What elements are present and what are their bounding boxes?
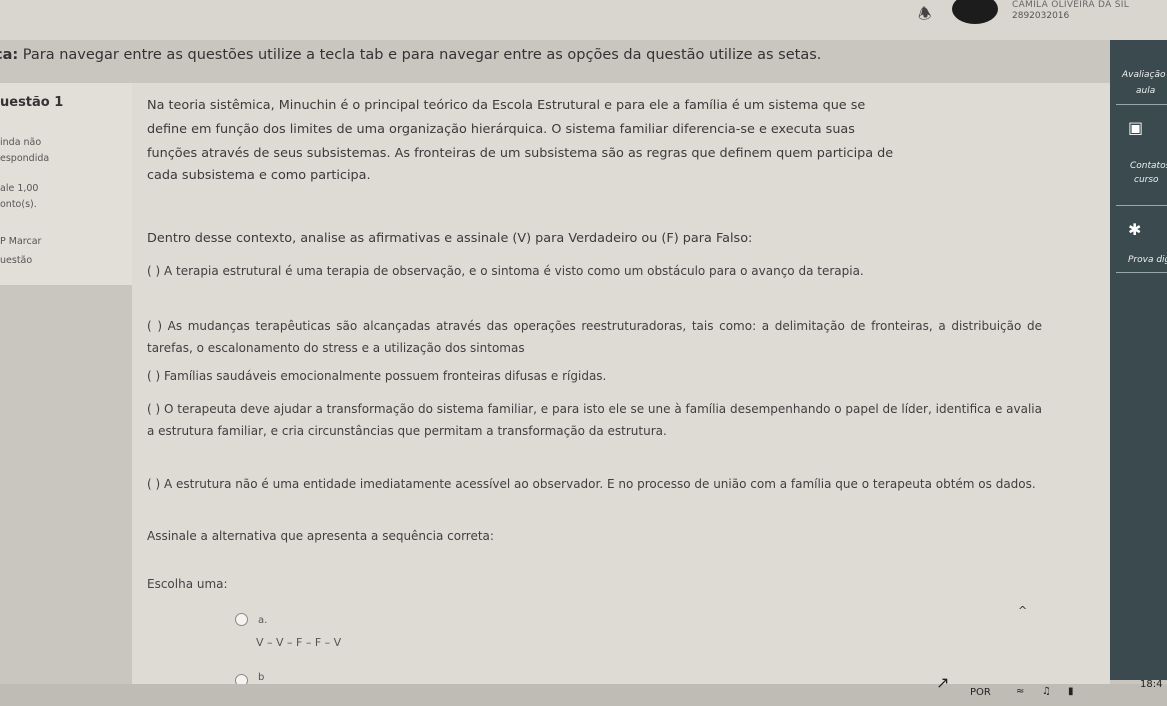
statement-3: ( ) Famílias saudáveis emocionalmente po… xyxy=(147,369,607,383)
option-a-letter: a. xyxy=(258,615,268,626)
sidebar-item-prova-digital[interactable]: Prova digi xyxy=(1128,255,1167,265)
taskbar xyxy=(0,684,1167,706)
sidebar-item-aulas[interactable]: aula xyxy=(1136,86,1155,96)
flag-question-link[interactable]: P Marcar xyxy=(0,236,41,247)
user-id: 2892032016 xyxy=(1012,11,1070,21)
option-b-letter: b xyxy=(258,672,265,683)
instruction: Assinale a alternativa que apresenta a s… xyxy=(147,529,494,543)
chat-icon[interactable]: ▣ xyxy=(1128,118,1143,137)
bell-icon[interactable]: 🕭 xyxy=(918,4,931,29)
question-intro-line-3: funções através de seus subsistemas. As … xyxy=(147,146,894,161)
question-intro-line-2: define em função dos limites de uma orga… xyxy=(147,122,855,137)
sidebar-divider-2 xyxy=(1116,205,1167,206)
question-number: uestão 1 xyxy=(0,95,64,110)
scroll-up-icon[interactable]: ^ xyxy=(1018,604,1027,617)
sidebar-item-contatos[interactable]: Contatos xyxy=(1130,161,1167,171)
choose-label: Escolha uma: xyxy=(147,577,228,591)
flag-question-label: uestão xyxy=(0,255,33,266)
flag-icon: P xyxy=(0,236,6,247)
sidebar-divider-3 xyxy=(1116,272,1167,273)
sidebar-divider xyxy=(1116,104,1167,105)
question-value: ale 1,00 xyxy=(0,183,39,194)
wifi-icon[interactable]: ≈ xyxy=(1016,686,1024,697)
question-points: onto(s). xyxy=(0,199,37,210)
question-prompt: Dentro desse contexto, analise as afirma… xyxy=(147,231,753,246)
question-intro-line-1: Na teoria sistêmica, Minuchin é o princi… xyxy=(147,98,866,113)
statement-5: ( ) A estrutura não é uma entidade imedi… xyxy=(147,477,1036,491)
option-a-text[interactable]: V – V – F – F – V xyxy=(256,636,341,649)
user-name: CAMILA OLIVEIRA DA SIL xyxy=(1012,0,1130,10)
statement-4: ( ) O terapeuta deve ajudar a transforma… xyxy=(147,402,1042,438)
statement-1: ( ) A terapia estrutural é uma terapia d… xyxy=(147,264,864,278)
gear-icon[interactable]: ✱ xyxy=(1128,220,1141,239)
navigation-hint: ca: Para navegar entre as questões utili… xyxy=(0,47,822,63)
volume-icon[interactable]: ♫ xyxy=(1042,686,1051,697)
battery-icon[interactable]: ▮ xyxy=(1068,686,1074,697)
question-intro-line-4: cada subsistema e como participa. xyxy=(147,168,371,183)
cursor-icon: ↗ xyxy=(936,673,950,692)
clock: 18:4 xyxy=(1140,679,1163,690)
statement-2: ( ) As mudanças terapêuticas são alcança… xyxy=(147,319,1042,355)
question-status: inda não xyxy=(0,137,42,148)
question-status-2: espondida xyxy=(0,153,50,164)
sidebar-item-curso[interactable]: curso xyxy=(1134,175,1159,185)
sidebar-item-avaliacao[interactable]: Avaliação xyxy=(1122,70,1165,80)
language-indicator[interactable]: POR xyxy=(970,687,991,698)
option-a-radio[interactable] xyxy=(235,613,248,626)
